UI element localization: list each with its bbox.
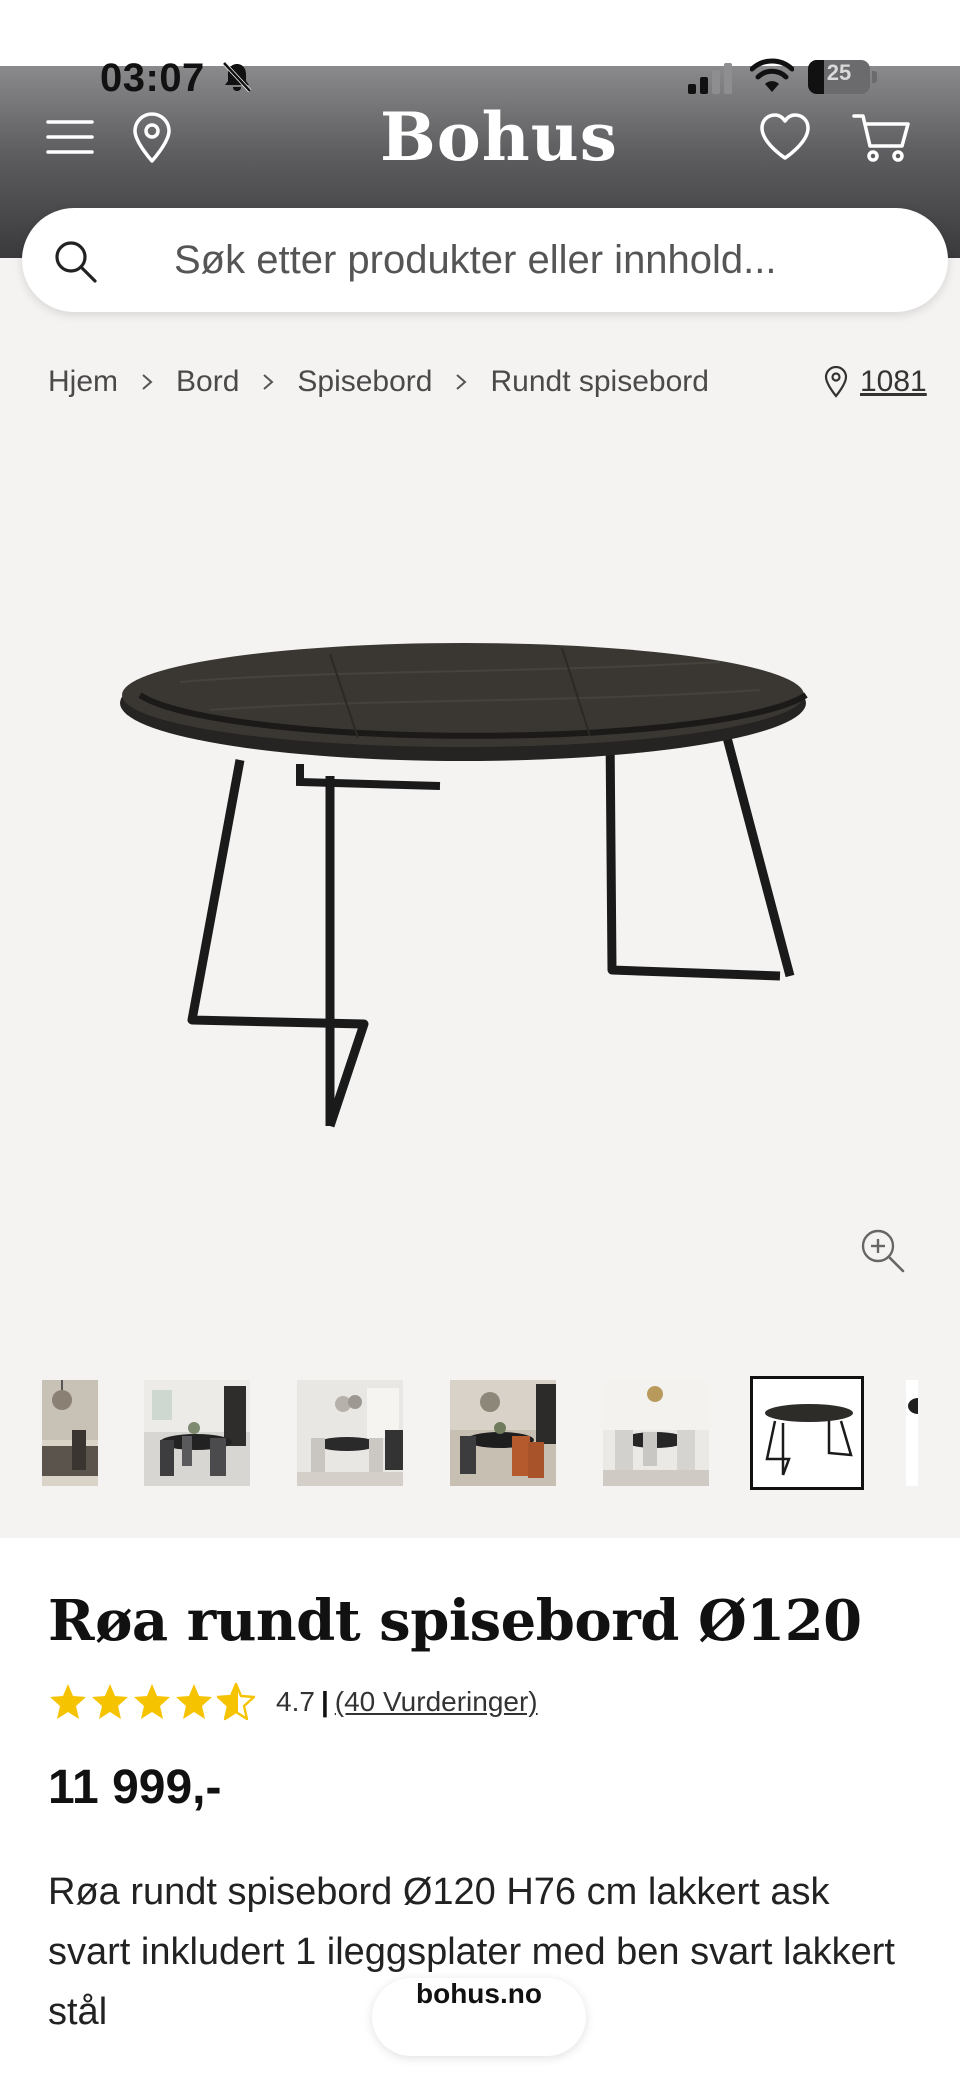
product-price: 11 999,- [48,1761,222,1814]
star-full-icon [134,1684,170,1719]
thumbnail-image [297,1380,403,1486]
heart-icon[interactable] [758,112,812,162]
reviews-link[interactable]: (40 Vurderinger) [335,1686,538,1718]
location-icon[interactable] [130,112,174,164]
chevron-right-icon [456,374,468,390]
product-title: Røa rundt spisebord Ø120 [48,1588,862,1654]
product-thumbnail-active[interactable] [750,1376,864,1490]
breadcrumb-item-spisebord[interactable]: Spisebord [297,365,432,399]
battery-body: 25 [808,60,870,94]
store-code[interactable]: 1081 [860,365,927,399]
breadcrumb-item-bord[interactable]: Bord [176,365,239,399]
product-thumbnail[interactable] [603,1380,709,1486]
zoom-in-icon[interactable] [858,1226,906,1274]
rating-separator: | [320,1686,329,1717]
chevron-right-icon [142,374,153,390]
breadcrumb: Hjem Bord Spisebord Rundt spisebord [48,362,709,402]
thumbnail-image [42,1380,98,1486]
product-thumbnail[interactable] [906,1380,918,1486]
thumbnail-image [753,1379,861,1487]
thumbnail-strip[interactable] [0,1370,960,1490]
breadcrumb-item-rundt-spisebord[interactable]: Rundt spisebord [490,365,708,399]
search-input[interactable] [174,230,914,290]
status-time: 03:07 [100,56,205,100]
product-thumbnail[interactable] [450,1380,556,1486]
product-thumbnail[interactable] [42,1380,98,1486]
store-selector[interactable]: 1081 [824,362,927,402]
thumbnail-image [144,1380,250,1486]
thumbnail-image [450,1380,556,1486]
breadcrumb-item-hjem[interactable]: Hjem [48,365,118,399]
bohus-logo[interactable]: Bohus [380,98,617,178]
thumbnail-image [906,1380,918,1486]
battery-indicator: 25 [808,60,878,94]
location-pin-icon [824,366,848,398]
star-full-icon [50,1684,86,1719]
star-full-icon [176,1684,212,1719]
product-thumbnail[interactable] [297,1380,403,1486]
battery-level: 25 [826,60,852,85]
battery-cap [872,71,877,83]
bell-muted-icon [222,61,252,93]
page: 03:07 25 Bohus Søk etter produkter eller… [0,0,960,2087]
menu-icon[interactable] [46,116,94,158]
product-rating: 4.7 | (40 Vurderinger) [48,1680,538,1724]
cart-icon[interactable] [852,112,912,164]
browser-url-pill[interactable]: bohus.no [372,1978,586,2056]
chevron-right-icon [263,374,274,390]
star-full-icon [92,1684,128,1719]
thumbnail-image [603,1380,709,1486]
search-bar[interactable] [22,208,948,312]
star-half-icon [216,1682,256,1721]
cellular-signal-icon [688,63,732,94]
rating-value: 4.7 [276,1686,315,1717]
search-icon[interactable] [52,238,98,284]
wifi-icon [750,58,794,92]
product-thumbnail[interactable] [144,1380,250,1486]
product-image-table[interactable] [120,640,840,1140]
